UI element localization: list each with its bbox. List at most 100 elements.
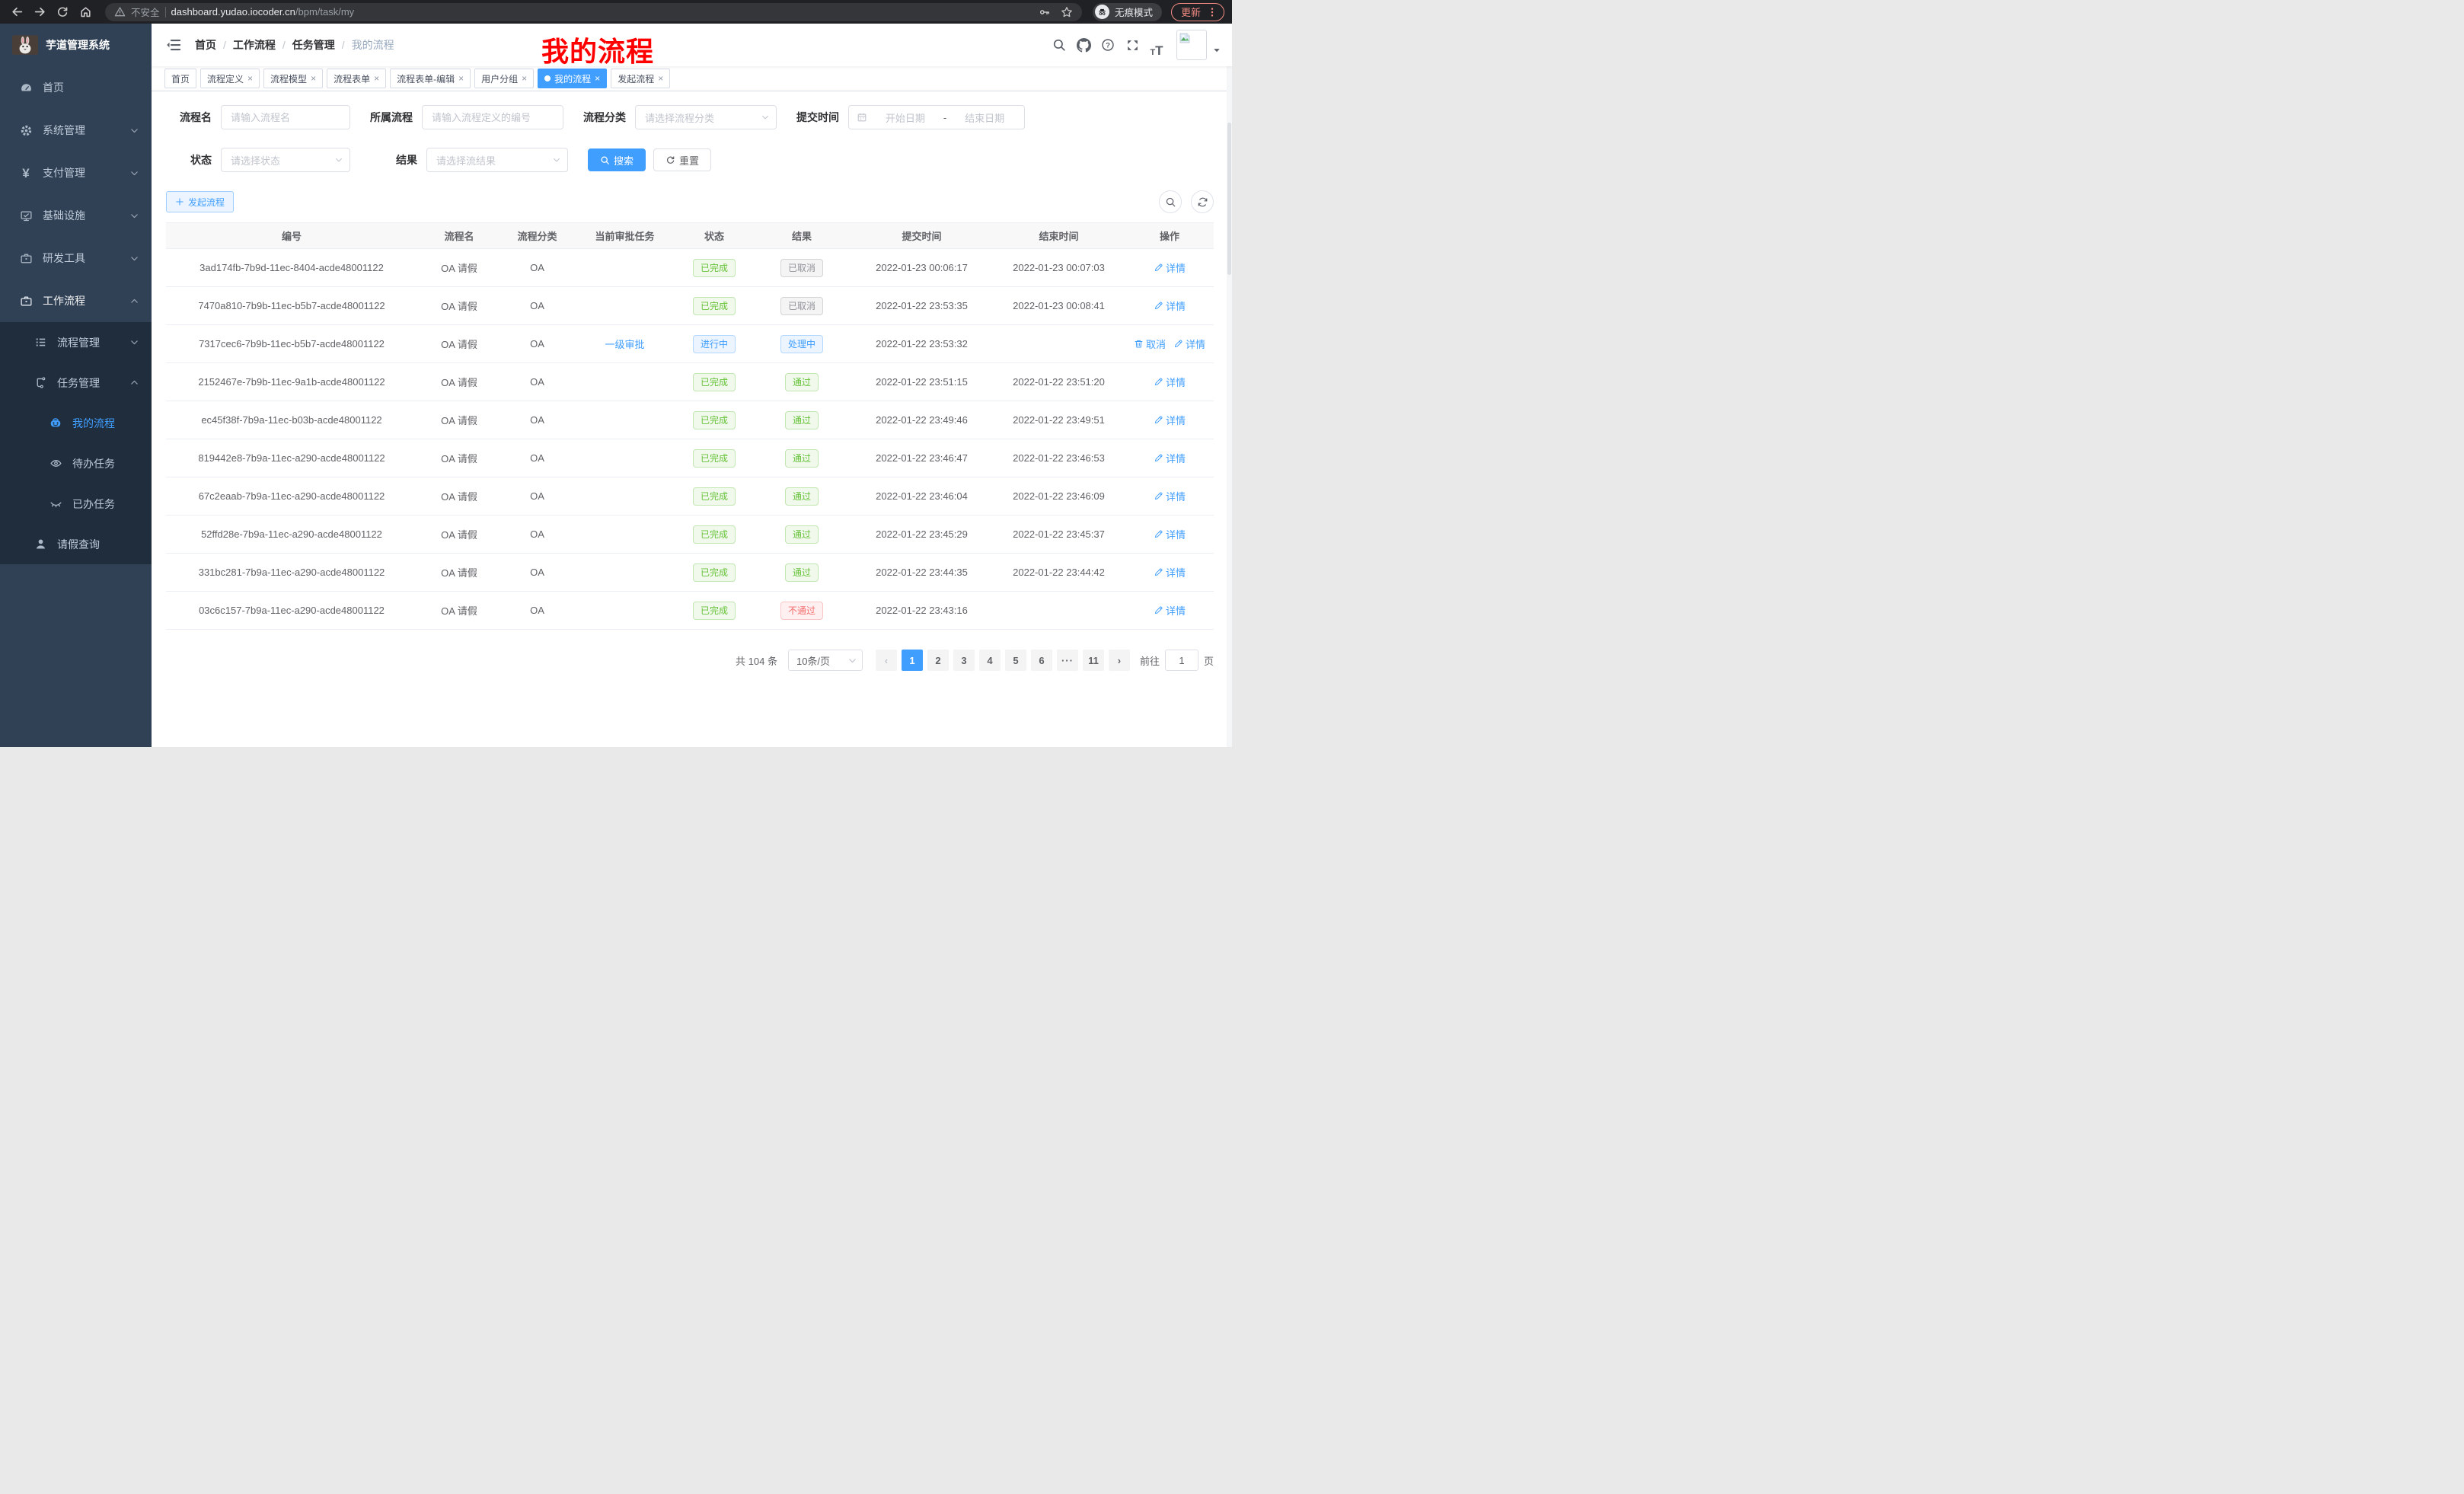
breadcrumb-item[interactable]: 任务管理 [292, 37, 335, 53]
sidebar-item-home[interactable]: 首页 [0, 66, 152, 109]
detail-action-link[interactable]: 详情 [1154, 527, 1186, 541]
column-header: 状态 [676, 223, 752, 249]
pagination: 共 104 条10条/页‹123456···11›前往页 [166, 650, 1214, 671]
browser-address-bar[interactable]: 不安全 dashboard.yudao.iocoder.cn/bpm/task/… [105, 3, 1082, 21]
detail-action-link[interactable]: 详情 [1154, 451, 1186, 465]
status-select[interactable]: 请选择状态 [221, 148, 350, 172]
show-search-button[interactable] [1159, 190, 1182, 213]
page-size-select[interactable]: 10条/页 [788, 650, 863, 671]
close-icon[interactable]: × [374, 74, 379, 83]
avatar[interactable] [1176, 30, 1207, 60]
sidebar-item-dev-tools[interactable]: 研发工具 [0, 237, 152, 279]
close-icon[interactable]: × [311, 74, 316, 83]
sidebar-item-system[interactable]: 系统管理 [0, 109, 152, 152]
browser-back-icon[interactable] [8, 3, 26, 21]
close-icon[interactable]: × [247, 74, 253, 83]
detail-action-link[interactable]: 详情 [1154, 298, 1186, 313]
prev-page-button[interactable]: ‹ [876, 650, 897, 671]
cell-actions: 详情 [1125, 516, 1214, 554]
font-size-icon[interactable]: TT [1144, 33, 1169, 57]
close-icon[interactable]: × [595, 74, 600, 83]
tab-process-form-edit[interactable]: 流程表单-编辑× [390, 69, 471, 88]
sidebar-collapse-icon[interactable] [163, 34, 184, 56]
close-icon[interactable]: × [522, 74, 527, 83]
github-icon[interactable] [1071, 33, 1096, 57]
process-table: 编号流程名流程分类当前审批任务状态结果提交时间结束时间操作 3ad174fb-7… [166, 222, 1214, 630]
page-button-1[interactable]: 1 [902, 650, 923, 671]
close-icon[interactable]: × [458, 74, 464, 83]
tab-process-definition[interactable]: 流程定义× [200, 69, 260, 88]
tab-process-model[interactable]: 流程模型× [263, 69, 323, 88]
key-icon[interactable] [1039, 6, 1051, 18]
sidebar-item-done-tasks[interactable]: 已办任务 [0, 484, 152, 524]
calendar-icon [857, 112, 867, 123]
search-button[interactable]: 搜索 [588, 148, 646, 171]
page-button-2[interactable]: 2 [927, 650, 949, 671]
refresh-table-button[interactable] [1191, 190, 1214, 213]
detail-action-link[interactable]: 详情 [1154, 565, 1186, 579]
tab-home[interactable]: 首页 [164, 69, 196, 88]
bookmark-star-icon[interactable] [1061, 6, 1073, 18]
browser-home-icon[interactable] [76, 3, 94, 21]
cell-result: 通过 [752, 363, 851, 401]
create-process-button[interactable]: 发起流程 [166, 191, 234, 212]
sidebar-item-task-management[interactable]: 任务管理 [0, 362, 152, 403]
sidebar-item-workflow[interactable]: 工作流程 [0, 279, 152, 322]
tab-my-process[interactable]: 我的流程× [538, 69, 607, 88]
close-icon[interactable]: × [658, 74, 663, 83]
sidebar-item-my-process[interactable]: 我的流程 [0, 403, 152, 443]
detail-action-link[interactable]: 详情 [1154, 413, 1186, 427]
scrollbar-thumb[interactable] [1227, 123, 1231, 275]
browser-chrome: 不安全 dashboard.yudao.iocoder.cn/bpm/task/… [0, 0, 1232, 24]
goto-page-input[interactable] [1165, 650, 1198, 671]
sidebar-item-infrastructure[interactable]: 基础设施 [0, 194, 152, 237]
browser-forward-icon[interactable] [30, 3, 49, 21]
breadcrumb-item[interactable]: 工作流程 [233, 37, 276, 53]
next-page-button[interactable]: › [1109, 650, 1130, 671]
tab-label: 流程定义 [207, 72, 244, 85]
avatar-caret-icon[interactable] [1212, 46, 1221, 55]
result-select[interactable]: 请选择流结果 [426, 148, 568, 172]
detail-action-link[interactable]: 详情 [1154, 603, 1186, 618]
browser-update-button[interactable]: 更新 [1171, 3, 1224, 21]
cell-category: OA [501, 287, 573, 325]
fullscreen-icon[interactable] [1120, 33, 1144, 57]
reset-button[interactable]: 重置 [653, 148, 711, 171]
date-range-picker[interactable]: 开始日期 - 结束日期 [848, 105, 1025, 129]
category-select[interactable]: 请选择流程分类 [635, 105, 777, 129]
current-task-link[interactable]: 一级审批 [605, 339, 644, 350]
result-badge: 通过 [785, 373, 819, 391]
sidebar-item-label: 基础设施 [43, 208, 85, 223]
table-tools [1159, 190, 1214, 213]
detail-action-link[interactable]: 详情 [1154, 375, 1186, 389]
breadcrumb-item[interactable]: 首页 [195, 37, 216, 53]
page-ellipsis[interactable]: ··· [1057, 650, 1078, 671]
tab-process-form[interactable]: 流程表单× [327, 69, 386, 88]
name-input[interactable] [221, 105, 350, 129]
help-icon[interactable]: ? [1096, 33, 1120, 57]
page-button-4[interactable]: 4 [979, 650, 1001, 671]
tab-start-process[interactable]: 发起流程× [611, 69, 670, 88]
detail-action-link[interactable]: 详情 [1173, 337, 1205, 351]
monitor-icon [19, 209, 33, 222]
cancel-action-link[interactable]: 取消 [1134, 337, 1166, 351]
cell-result: 通过 [752, 401, 851, 439]
sidebar-item-todo-tasks[interactable]: 待办任务 [0, 443, 152, 484]
sidebar-item-process-management[interactable]: 流程管理 [0, 322, 152, 362]
tab-user-group[interactable]: 用户分组× [474, 69, 534, 88]
owner-process-input[interactable] [422, 105, 563, 129]
browser-reload-icon[interactable] [53, 3, 72, 21]
page-button-3[interactable]: 3 [953, 650, 975, 671]
scrollbar-track[interactable] [1227, 24, 1232, 747]
detail-action-link[interactable]: 详情 [1154, 489, 1186, 503]
page-button-6[interactable]: 6 [1031, 650, 1052, 671]
sidebar-item-payment[interactable]: ¥支付管理 [0, 152, 152, 194]
chevron-up-icon [129, 296, 139, 306]
page-button-11[interactable]: 11 [1083, 650, 1104, 671]
detail-action-link[interactable]: 详情 [1154, 260, 1186, 275]
column-header: 编号 [166, 223, 417, 249]
browser-menu-icon[interactable] [1207, 7, 1218, 18]
search-icon[interactable] [1047, 33, 1071, 57]
sidebar-item-leave-query[interactable]: 请假查询 [0, 524, 152, 564]
page-button-5[interactable]: 5 [1005, 650, 1026, 671]
